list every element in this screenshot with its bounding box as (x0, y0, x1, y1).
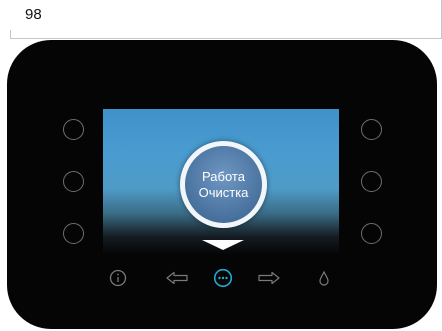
left-button-bottom[interactable] (63, 223, 84, 244)
page-header-tick (10, 30, 11, 39)
drop-icon[interactable] (316, 268, 332, 288)
right-button-top[interactable] (361, 119, 382, 140)
right-button-bottom[interactable] (361, 223, 382, 244)
left-button-middle[interactable] (63, 171, 84, 192)
page-number: 98 (25, 6, 42, 23)
page-header-divider (10, 38, 441, 39)
manual-page: 98 Работа Очистка (0, 0, 442, 331)
right-button-middle[interactable] (361, 171, 382, 192)
mode-button-label-2: Очистка (198, 184, 249, 200)
more-icon[interactable] (212, 267, 234, 289)
info-icon[interactable] (108, 268, 128, 288)
left-button-top[interactable] (63, 119, 84, 140)
arrow-left-icon[interactable] (164, 268, 190, 288)
page-header-frame (0, 0, 442, 39)
arrow-right-icon[interactable] (256, 268, 282, 288)
down-indicator-icon (202, 240, 244, 250)
mode-button-label-1: Работа (202, 168, 245, 184)
mode-button[interactable]: Работа Очистка (180, 141, 267, 228)
